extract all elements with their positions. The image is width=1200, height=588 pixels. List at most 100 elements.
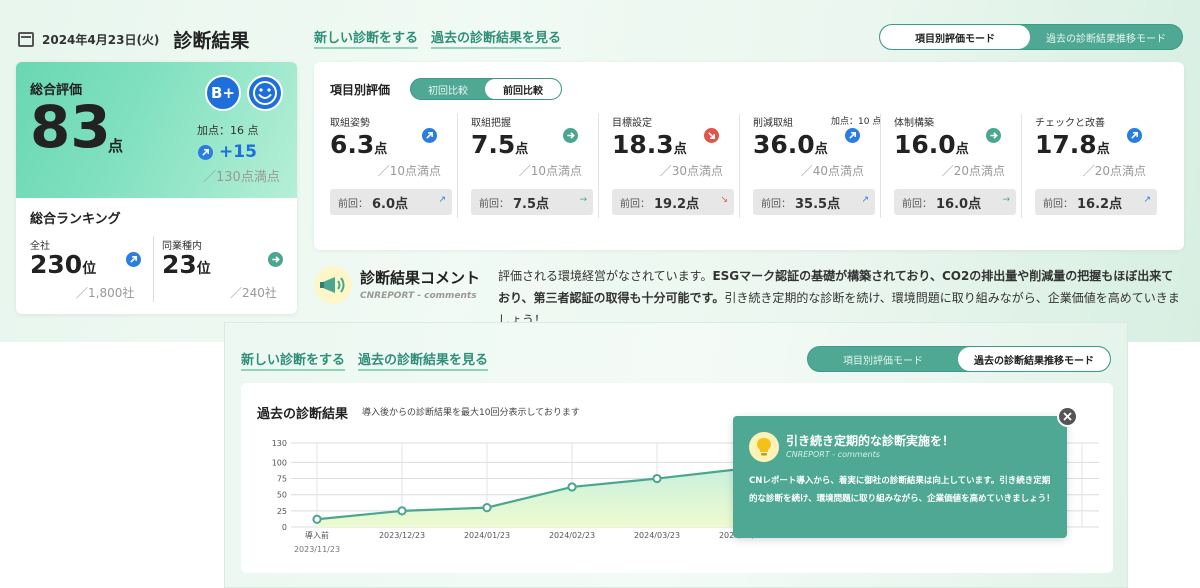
arrow-up-right-icon xyxy=(198,145,213,160)
item-evaluation-card: 項目別評価 初回比較 前回比較 加点：10 点 取組姿勢 6.3点 ／10点満点 前回… xyxy=(314,62,1184,250)
item-previous-value: 16.2点 xyxy=(1077,196,1123,212)
item-score-value: 36.0 xyxy=(753,130,815,159)
data-point xyxy=(397,506,407,516)
item-max: ／30点満点 xyxy=(659,164,723,178)
arrow-right-icon: → xyxy=(1002,195,1010,205)
column-divider xyxy=(1021,114,1022,218)
arrow-up-right-icon: ↗ xyxy=(861,195,869,205)
comment-subtitle: CNREPORT - comments xyxy=(360,291,477,301)
item-name: 目標設定 xyxy=(612,118,652,129)
item-score-column: 目標設定 18.3点 ／30点満点 前回： 19.2点 ↘ xyxy=(596,62,737,215)
y-tick-label: 130 xyxy=(272,439,287,448)
diagnosis-date: 2024年4月23日(火) xyxy=(42,33,160,47)
item-score-unit: 点 xyxy=(515,142,529,157)
industry-total: ／240社 xyxy=(230,286,277,300)
mode-toggle: 項目別評価モード 過去の診断結果推移モード xyxy=(879,24,1183,50)
past-results-link[interactable]: 過去の診断結果を見る xyxy=(358,349,489,371)
arrow-right-icon: → xyxy=(579,195,587,205)
ranking-label: 総合ランキング xyxy=(30,212,121,227)
close-icon[interactable] xyxy=(1057,406,1078,427)
comment-title: 診断結果コメント xyxy=(360,269,481,287)
overall-max: ／130点満点 xyxy=(203,170,280,185)
arrow-down-right-icon: ↘ xyxy=(720,195,728,205)
item-name: 取組把握 xyxy=(471,118,511,129)
past-results-link[interactable]: 過去の診断結果を見る xyxy=(431,27,562,49)
item-previous: 前回： 6.0点 ↗ xyxy=(330,189,452,215)
lightbulb-icon xyxy=(749,432,779,462)
item-score-value: 18.3 xyxy=(612,130,674,159)
company-rank: 230位 xyxy=(30,250,96,279)
item-score-value: 16.0 xyxy=(894,130,956,159)
comment-text-1: 評価される環境経営がなされています。 xyxy=(498,269,713,283)
calendar-icon xyxy=(18,32,34,47)
item-score-column: 取組把握 7.5点 ／10点満点前回： 7.5点 → xyxy=(455,62,596,215)
trend-mode-button[interactable]: 過去の診断結果推移モード xyxy=(1030,25,1182,49)
item-score-column: 取組姿勢 6.3点 ／10点満点 前回： 6.0点 ↗ xyxy=(314,62,455,215)
y-tick-label: 100 xyxy=(272,458,287,467)
y-tick-label: 50 xyxy=(277,491,287,500)
item-score: 6.3点 xyxy=(330,130,387,159)
arrow-up-right-icon xyxy=(422,128,437,143)
x-tick-label: 2023/12/23 xyxy=(379,531,425,540)
item-mode-button[interactable]: 項目別評価モード xyxy=(880,25,1030,49)
encouragement-popup: 引き続き定期的な診断実施を！ CNREPORT - comments CNレポー… xyxy=(733,416,1067,538)
new-diagnosis-link[interactable]: 新しい診断をする xyxy=(314,27,419,49)
column-divider xyxy=(598,114,599,218)
item-score-value: 17.8 xyxy=(1035,130,1097,159)
item-max: ／20点満点 xyxy=(941,164,1005,178)
new-diagnosis-link[interactable]: 新しい診断をする xyxy=(241,349,346,371)
item-previous-label: 前回： xyxy=(761,198,791,210)
item-previous: 前回： 19.2点 ↘ xyxy=(612,189,734,215)
x-tick-sublabel: 2023/11/23 xyxy=(294,545,340,554)
item-name: 体制構築 xyxy=(894,118,934,129)
mode-toggle: 項目別評価モード 過去の診断結果推移モード xyxy=(807,346,1111,372)
item-score-value: 7.5 xyxy=(471,130,516,159)
item-previous-value: 35.5点 xyxy=(795,196,841,212)
page-title: 診断結果 xyxy=(173,30,250,52)
overall-score: 83 xyxy=(30,93,111,161)
data-point xyxy=(652,473,662,484)
bonus-points: 加点：16 点 xyxy=(197,124,259,137)
item-name: 削減取組 xyxy=(753,118,793,129)
item-name: 取組姿勢 xyxy=(330,118,370,129)
item-max: ／40点満点 xyxy=(800,164,864,178)
smile-icon xyxy=(247,75,283,111)
y-tick-label: 25 xyxy=(277,507,287,516)
item-previous: 前回： 16.0点 → xyxy=(894,189,1016,215)
trend-mode-button[interactable]: 過去の診断結果推移モード xyxy=(958,347,1110,371)
item-score: 17.8点 xyxy=(1035,130,1110,159)
item-score: 36.0点 xyxy=(753,130,828,159)
column-divider xyxy=(739,114,740,218)
item-score-column: 削減取組 36.0点 ／40点満点前回： 35.5点 ↗ xyxy=(737,62,878,215)
header-date-row: 2024年4月23日(火) 診断結果 xyxy=(18,26,249,53)
item-score-unit: 点 xyxy=(814,142,828,157)
item-previous-label: 前回： xyxy=(1043,198,1073,210)
item-score-unit: 点 xyxy=(374,142,388,157)
x-tick-label: 2024/03/23 xyxy=(634,531,680,540)
item-score-value: 6.3 xyxy=(330,130,375,159)
item-score-unit: 点 xyxy=(955,142,969,157)
item-mode-button[interactable]: 項目別評価モード xyxy=(808,347,958,371)
item-score: 16.0点 xyxy=(894,130,969,159)
item-score: 7.5点 xyxy=(471,130,528,159)
arrow-right-icon xyxy=(986,128,1001,143)
item-name: チェックと改善 xyxy=(1035,118,1105,129)
item-max: ／10点満点 xyxy=(518,164,582,178)
item-previous: 前回： 7.5点 → xyxy=(471,189,593,215)
item-previous-label: 前回： xyxy=(620,198,650,210)
data-point xyxy=(567,482,577,492)
item-score-column: 体制構築 16.0点 ／20点満点 前回： 16.0点 → xyxy=(878,62,1019,215)
y-tick-label: 0 xyxy=(282,523,287,532)
industry-rank: 23位 xyxy=(162,250,211,279)
arrow-down-right-icon xyxy=(704,128,719,143)
company-rank-unit: 位 xyxy=(82,261,97,277)
overall-unit: 点 xyxy=(108,137,124,155)
popup-text: CNレポート導入から、着実に御社の診断結果は向上しています。引き続き定期的な診断… xyxy=(749,476,1055,504)
item-evaluation-view: 2024年4月23日(火) 診断結果 新しい診断をする 過去の診断結果を見る 項… xyxy=(0,0,1200,342)
industry-rank-unit: 位 xyxy=(196,261,211,277)
score-change: +15 xyxy=(219,142,257,162)
arrow-up-right-icon xyxy=(126,252,141,267)
item-previous-label: 前回： xyxy=(902,198,932,210)
item-previous: 前回： 35.5点 ↗ xyxy=(753,189,875,215)
overall-score-card: 総合評価 83 点 B+ 加点：16 点 +15 ／130点満点 総合ランキング… xyxy=(16,62,297,314)
